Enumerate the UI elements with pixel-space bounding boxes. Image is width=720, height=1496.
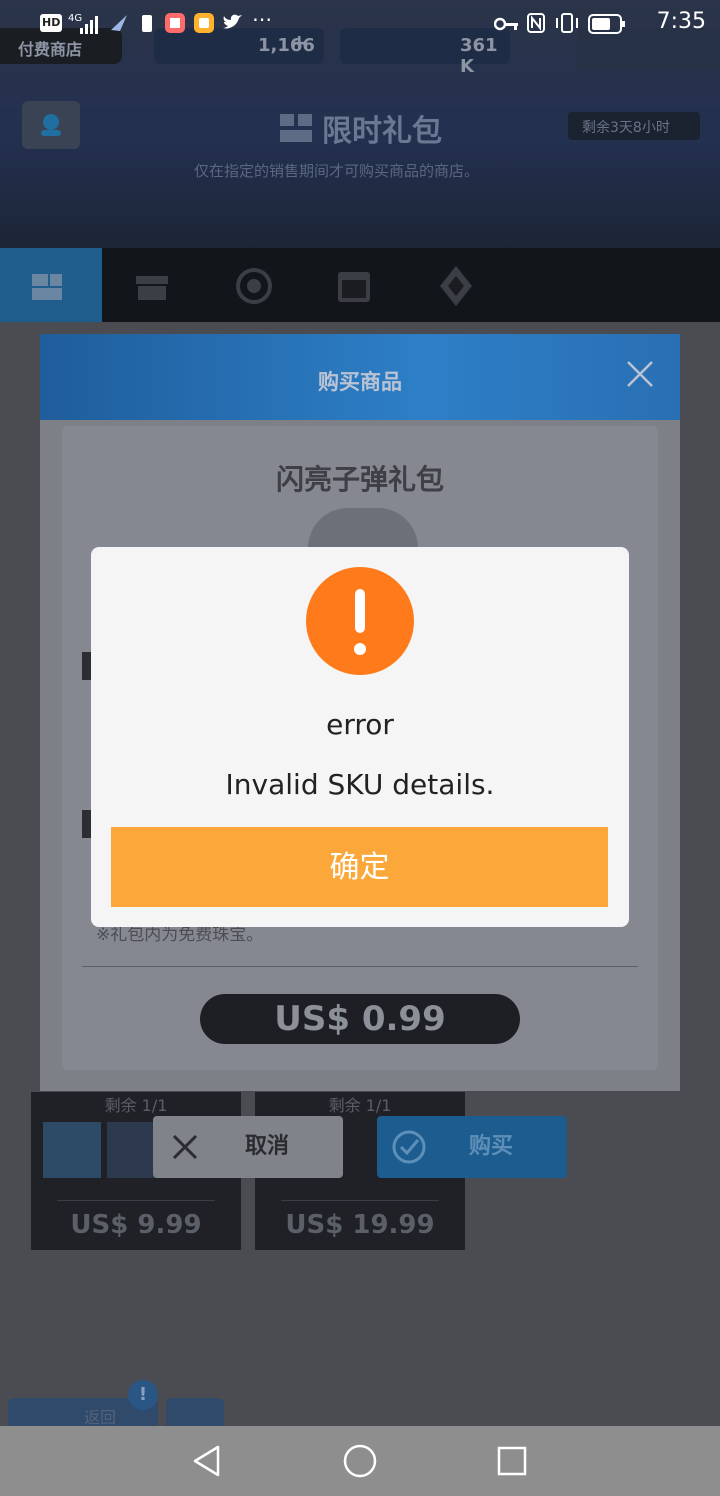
divider	[82, 966, 638, 967]
remaining-time-badge: 剩余3天8小时	[568, 112, 700, 140]
buy-button-label: 购买	[469, 1134, 514, 1159]
tab-gift-icon[interactable]	[134, 268, 170, 302]
profile-button[interactable]	[22, 101, 80, 149]
divider	[281, 1200, 439, 1201]
gift-shop-icon	[280, 114, 312, 142]
user-icon	[41, 114, 61, 136]
recents-icon[interactable]	[496, 1445, 528, 1477]
purchase-dialog-title: 购买商品	[318, 370, 402, 394]
card-price: US$ 9.99	[70, 1210, 202, 1240]
card-remaining: 剩余 1/1	[104, 1096, 168, 1115]
notification-badge-icon: !	[128, 1380, 158, 1410]
clock: 7:35	[656, 9, 706, 34]
section-subtitle: 仅在指定的销售期间才可购买商品的商店。	[194, 162, 480, 180]
buy-button[interactable]: 购买	[377, 1116, 567, 1178]
cancel-button-label: 取消	[245, 1134, 290, 1159]
key-icon	[494, 17, 518, 31]
more-notifications-icon: ⋯	[252, 7, 272, 31]
status-bar: HD 4G ⋯ 7:35	[0, 0, 720, 48]
confirm-button[interactable]: 确定	[111, 827, 608, 907]
close-icon[interactable]	[624, 358, 656, 390]
back-label: 返回	[84, 1408, 117, 1427]
twitter-icon	[223, 14, 242, 29]
system-navigation-bar	[0, 1426, 720, 1496]
reader-app-icon	[165, 13, 185, 33]
signal-icon	[80, 16, 98, 34]
card-item-thumbnail	[43, 1122, 101, 1178]
nfc-icon	[527, 13, 545, 33]
limited-pack-icon	[32, 274, 62, 300]
item-name: 闪亮子弹礼包	[275, 463, 444, 496]
divider	[57, 1200, 215, 1201]
battery-saver-icon	[142, 15, 152, 32]
remaining-time: 剩余3天8小时	[582, 120, 670, 136]
price-tag: US$ 0.99	[200, 994, 520, 1044]
tab-target-icon[interactable]	[234, 266, 274, 306]
vibrate-icon	[556, 13, 578, 33]
back-icon[interactable]	[190, 1444, 224, 1478]
tab-diamond-icon[interactable]	[438, 264, 474, 308]
home-icon[interactable]	[342, 1443, 378, 1479]
card-price: US$ 19.99	[285, 1210, 435, 1240]
error-title: error	[326, 708, 394, 741]
scroll-up-button[interactable]	[166, 1398, 224, 1426]
hd-badge: HD	[40, 14, 63, 32]
check-circle-icon	[392, 1130, 426, 1164]
purchase-dialog-header: 购买商品	[40, 334, 680, 420]
tab-limited-pack[interactable]	[0, 248, 102, 322]
exclamation-icon	[306, 567, 414, 675]
section-title: 限时礼包	[322, 114, 442, 149]
tab-calendar-icon[interactable]	[334, 266, 374, 306]
close-icon	[172, 1134, 198, 1160]
error-message: Invalid SKU details.	[225, 768, 495, 801]
app-notification-icon	[111, 15, 127, 31]
cancel-button[interactable]: 取消	[153, 1116, 343, 1178]
battery-icon	[588, 14, 625, 34]
notes-app-icon	[194, 13, 214, 33]
card-remaining: 剩余 1/1	[328, 1096, 392, 1115]
